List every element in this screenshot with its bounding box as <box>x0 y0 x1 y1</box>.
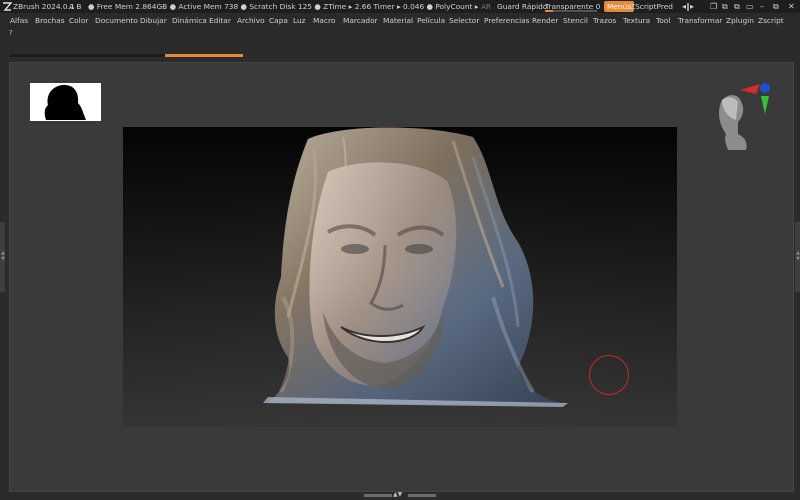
ar-toggle[interactable]: AR <box>481 0 491 13</box>
menu-capa[interactable]: Capa <box>269 13 288 28</box>
left-tray-handle[interactable]: ▲▼ <box>0 222 6 292</box>
menu-transformar[interactable]: Transformar <box>678 13 722 28</box>
menu-luz[interactable]: Luz <box>293 13 306 28</box>
menu-pelicula[interactable]: Película <box>417 13 445 28</box>
layout-icon[interactable]: ❐ <box>710 0 717 13</box>
zscript-button[interactable]: ZScriptPred <box>630 0 673 13</box>
menu-editar[interactable]: Editar <box>209 13 231 28</box>
menu-bar: Alfas Brochas Color Documento Dibujar Di… <box>0 13 800 28</box>
navigation-head-icon[interactable] <box>712 82 774 152</box>
right-tray-handle[interactable]: ▲▼ <box>795 222 800 292</box>
shelf-tab-active[interactable] <box>165 54 243 57</box>
maximize-ui-icon[interactable]: ▭ <box>746 0 754 13</box>
shelf-tab-inactive[interactable] <box>10 54 165 57</box>
memory-stats: ● Free Mem 2.864GB ● Active Mem 738 ● Sc… <box>88 2 478 11</box>
bottom-handle-left <box>364 494 392 497</box>
menu-textura[interactable]: Textura <box>623 13 650 28</box>
menu-dinamica[interactable]: Dinámica <box>172 13 207 28</box>
zbrush-logo-icon[interactable] <box>2 0 12 13</box>
menu-render[interactable]: Render <box>532 13 558 28</box>
menu-preferencias[interactable]: Preferencias <box>484 13 530 28</box>
menu-archivo[interactable]: Archivo <box>237 13 265 28</box>
menu-material[interactable]: Material <box>383 13 413 28</box>
app-title: ZBrush 2024.0.1 <box>13 2 75 11</box>
silhouette-thumbnail[interactable] <box>30 83 101 121</box>
ab-toggle[interactable]: A B <box>69 0 81 13</box>
menu-tool[interactable]: Tool <box>656 13 670 28</box>
menu-brochas[interactable]: Brochas <box>35 13 65 28</box>
menu-documento[interactable]: Documento <box>95 13 138 28</box>
restore-icon[interactable]: ⧉ <box>773 0 779 13</box>
toggle-tray-icon[interactable]: ◂‖▸ <box>682 0 694 13</box>
expand-arrows-icon: ▲▼ <box>0 250 6 262</box>
expand-arrows-icon[interactable]: ▲▼ <box>393 491 402 498</box>
transparent-slider[interactable] <box>545 10 597 12</box>
menu-marcador[interactable]: Marcador <box>343 13 378 28</box>
brush-circle-cursor <box>589 355 629 395</box>
menu-zscript[interactable]: Zscript <box>758 13 784 28</box>
layout-alt2-icon[interactable]: ⧉ <box>734 0 740 13</box>
close-icon[interactable]: ✕ <box>788 0 795 13</box>
minimize-icon[interactable]: – <box>760 0 764 13</box>
menu-help[interactable]: ? <box>9 28 13 39</box>
menu-stencil[interactable]: Stencil <box>563 13 588 28</box>
menu-dibujar[interactable]: Dibujar <box>140 13 167 28</box>
bottom-handle-right <box>408 494 436 497</box>
menu-selector[interactable]: Selector <box>449 13 479 28</box>
layout-alt-icon[interactable]: ⧉ <box>722 0 728 13</box>
top-shelf <box>0 39 800 59</box>
menu-zplugin[interactable]: Zplugin <box>726 13 754 28</box>
menu-trazos[interactable]: Trazos <box>593 13 616 28</box>
expand-arrows-icon: ▲▼ <box>795 250 800 262</box>
menu-macro[interactable]: Macro <box>313 13 335 28</box>
menu-alfas[interactable]: Alfas <box>10 13 28 28</box>
title-bar: ZBrush 2024.0.1 A B ● Free Mem 2.864GB ●… <box>0 0 800 13</box>
menu-color[interactable]: Color <box>69 13 88 28</box>
menu-bar-row2: ? <box>0 28 800 39</box>
quicksave-button[interactable]: Guard Rápido <box>497 0 547 13</box>
bottom-tray-handle[interactable]: ▲▼ <box>364 491 436 498</box>
